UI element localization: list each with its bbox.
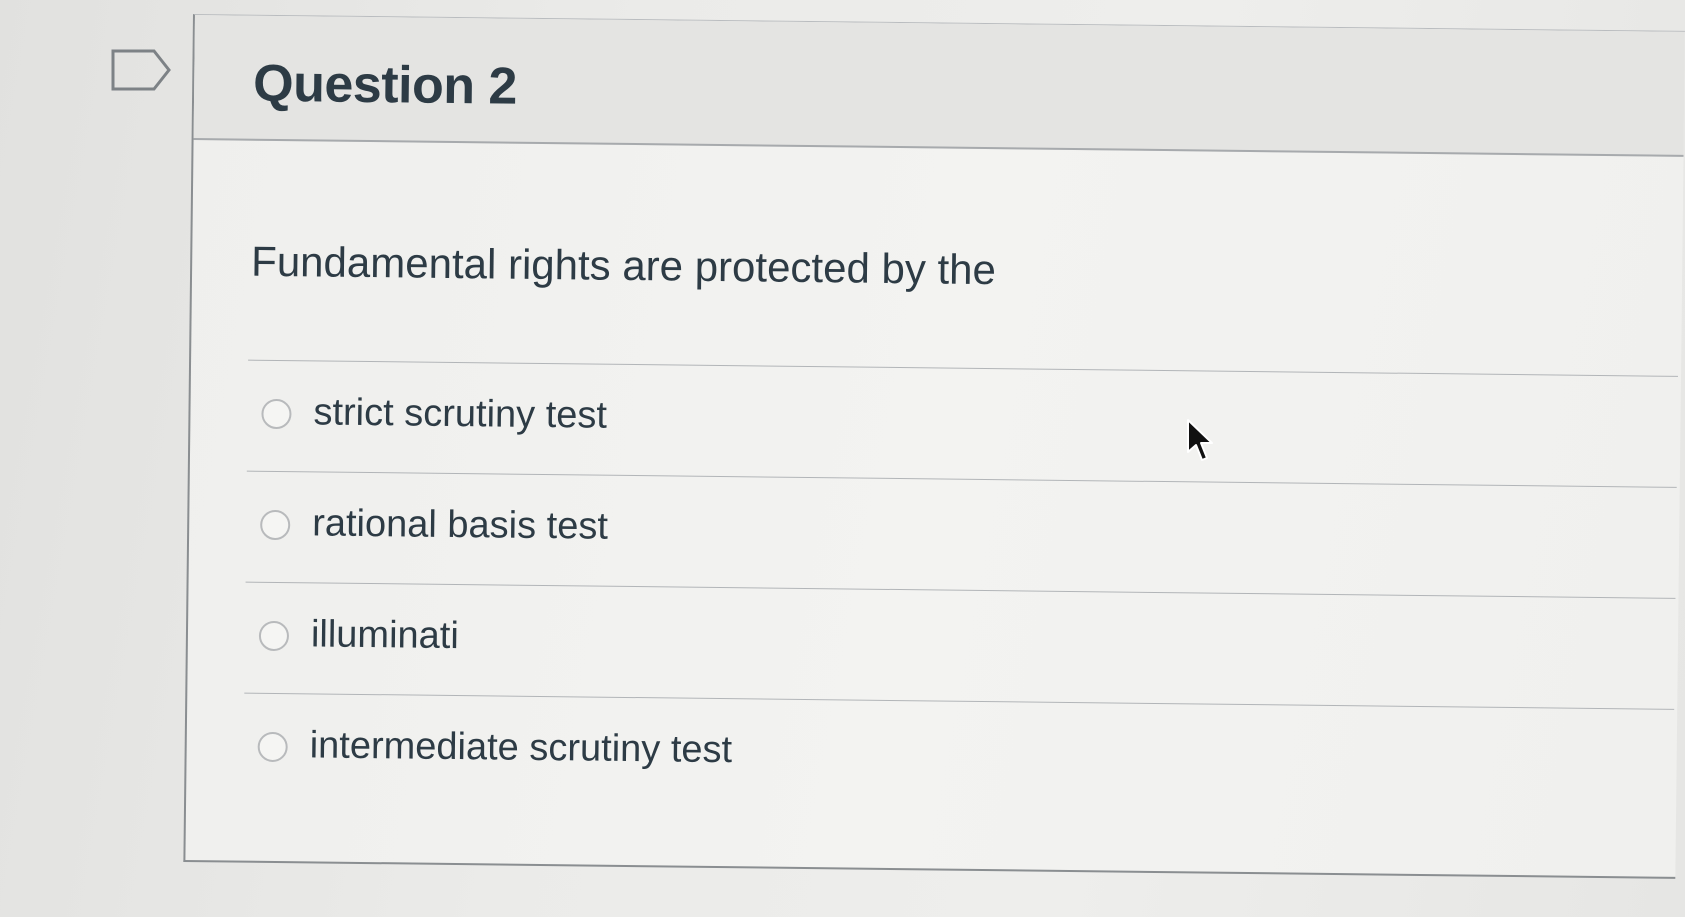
answer-option-rational-basis[interactable]: rational basis test bbox=[246, 472, 1677, 598]
radio-button[interactable] bbox=[258, 620, 290, 652]
answer-list: strict scrutiny test rational basis test… bbox=[243, 359, 1678, 820]
radio-button[interactable] bbox=[260, 509, 291, 541]
answer-option-strict-scrutiny[interactable]: strict scrutiny test bbox=[247, 361, 1678, 487]
radio-button[interactable] bbox=[257, 731, 288, 763]
mouse-pointer-icon bbox=[1187, 419, 1213, 461]
question-text: Fundamental rights are protected by the bbox=[250, 237, 997, 294]
answer-label[interactable]: illuminati bbox=[311, 613, 459, 658]
question-header: Question 2 bbox=[193, 15, 1685, 157]
radio-button[interactable] bbox=[261, 398, 292, 430]
answer-option-intermediate-scrutiny[interactable]: intermediate scrutiny test bbox=[243, 694, 1674, 820]
answer-label[interactable]: strict scrutiny test bbox=[313, 391, 607, 437]
flag-question-icon[interactable] bbox=[110, 48, 172, 92]
answer-option-illuminati[interactable]: illuminati bbox=[244, 583, 1675, 709]
question-title: Question 2 bbox=[252, 54, 518, 116]
answer-label[interactable]: rational basis test bbox=[312, 502, 608, 548]
answer-label[interactable]: intermediate scrutiny test bbox=[309, 724, 732, 772]
question-card: Question 2 Fundamental rights are protec… bbox=[183, 14, 1685, 879]
